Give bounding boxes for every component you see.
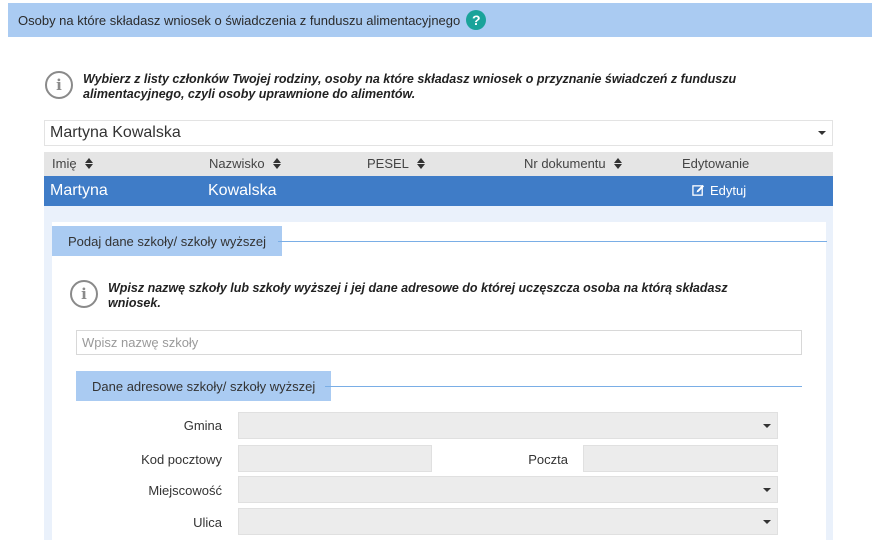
gmina-select[interactable]	[238, 412, 778, 439]
info-message-school: i Wpisz nazwę szkoły lub szkoły wyższej …	[70, 280, 728, 311]
info-text-line: Wpisz nazwę szkoły lub szkoły wyższej i …	[108, 281, 728, 295]
info-message-family: i Wybierz z listy członków Twojej rodzin…	[45, 71, 736, 102]
sort-icon[interactable]	[84, 158, 93, 169]
sort-icon[interactable]	[272, 158, 281, 169]
column-header-first-name[interactable]: Imię	[52, 156, 93, 171]
edit-button-label: Edytuj	[710, 183, 747, 198]
info-text-line: alimentacyjnego, czyli osoby uprawnione …	[83, 87, 416, 101]
cell-first-name: Martyna	[50, 182, 108, 199]
column-header-label: Edytowanie	[682, 156, 750, 171]
column-header-label: PESEL	[367, 156, 409, 171]
person-select-value: Martyna Kowalska	[50, 124, 181, 141]
caret-down-icon	[763, 487, 771, 492]
person-select[interactable]: Martyna Kowalska	[44, 120, 833, 146]
info-icon: i	[45, 71, 73, 99]
column-header-label: Nr dokumentu	[524, 156, 606, 171]
info-text-line: wniosek.	[108, 296, 161, 310]
info-text: Wybierz z listy członków Twojej rodziny,…	[83, 71, 736, 102]
edit-icon	[692, 184, 705, 196]
column-header-last-name[interactable]: Nazwisko	[209, 156, 281, 171]
edit-button[interactable]: Edytuj	[692, 183, 746, 198]
info-text-line: Wybierz z listy członków Twojej rodziny,…	[83, 72, 737, 86]
table-header: Imię Nazwisko PESEL Nr dokumentu Edytowa…	[44, 152, 833, 176]
divider	[325, 386, 802, 387]
locality-select[interactable]	[238, 476, 778, 503]
help-icon[interactable]: ?	[466, 10, 487, 30]
gmina-label: Gmina	[183, 418, 222, 433]
caret-down-icon	[763, 423, 771, 428]
sort-icon[interactable]	[416, 158, 425, 169]
section-title: Osoby na które składasz wniosek o świadc…	[18, 12, 461, 28]
caret-down-icon	[763, 519, 771, 524]
caret-down-icon	[818, 131, 826, 135]
column-header-pesel[interactable]: PESEL	[367, 156, 425, 171]
postal-code-label: Kod pocztowy	[141, 452, 222, 467]
street-label: Ulica	[193, 515, 222, 530]
school-tab-label: Podaj dane szkoły/ szkoły wyższej	[52, 226, 282, 256]
sort-icon[interactable]	[613, 158, 622, 169]
column-header-label: Imię	[52, 156, 77, 171]
info-text: Wpisz nazwę szkoły lub szkoły wyższej i …	[108, 280, 728, 311]
post-office-label: Poczta	[528, 452, 568, 467]
street-select[interactable]	[238, 508, 778, 535]
column-header-label: Nazwisko	[209, 156, 265, 171]
table-row[interactable]: Martyna Kowalska Edytuj	[44, 176, 833, 206]
address-tab-label: Dane adresowe szkoły/ szkoły wyższej	[76, 371, 332, 401]
locality-label: Miejscowość	[148, 483, 222, 498]
postal-code-input[interactable]	[238, 445, 432, 472]
column-header-document[interactable]: Nr dokumentu	[524, 156, 622, 171]
post-office-input[interactable]	[583, 445, 778, 472]
section-header: Osoby na które składasz wniosek o świadc…	[8, 3, 872, 37]
info-icon: i	[70, 280, 98, 308]
divider	[278, 241, 827, 242]
column-header-edit: Edytowanie	[682, 156, 749, 171]
cell-last-name: Kowalska	[208, 182, 277, 199]
school-name-input[interactable]	[76, 330, 802, 355]
